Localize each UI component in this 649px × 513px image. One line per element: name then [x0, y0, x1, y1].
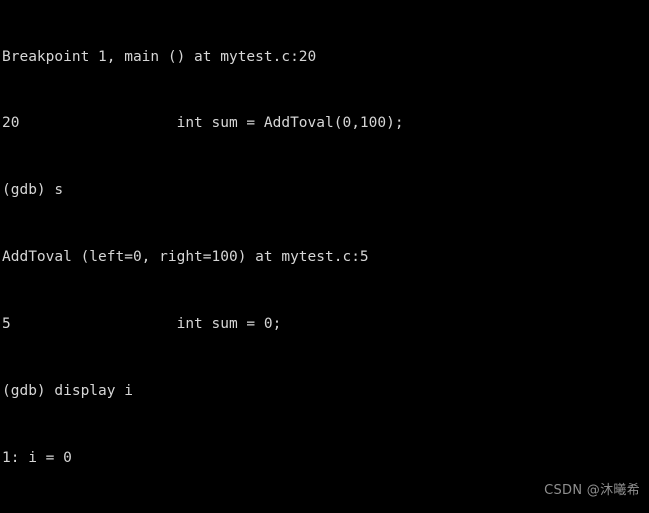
- terminal-line: (gdb) display i: [2, 383, 133, 400]
- terminal-output[interactable]: Breakpoint 1, main () at mytest.c:20 20 …: [2, 1, 649, 513]
- terminal-line: 5 int sum = 0;: [2, 316, 282, 333]
- terminal-window[interactable]: Breakpoint 1, main () at mytest.c:20 20 …: [0, 0, 649, 513]
- csdn-watermark: CSDN @沐曦希: [544, 482, 640, 498]
- terminal-line: Breakpoint 1, main () at mytest.c:20: [2, 48, 317, 65]
- terminal-line: 1: i = 0: [2, 449, 72, 466]
- terminal-line: (gdb) s: [2, 182, 64, 199]
- terminal-line: 20 int sum = AddToval(0,100);: [2, 115, 404, 132]
- terminal-line: AddToval (left=0, right=100) at mytest.c…: [2, 249, 369, 266]
